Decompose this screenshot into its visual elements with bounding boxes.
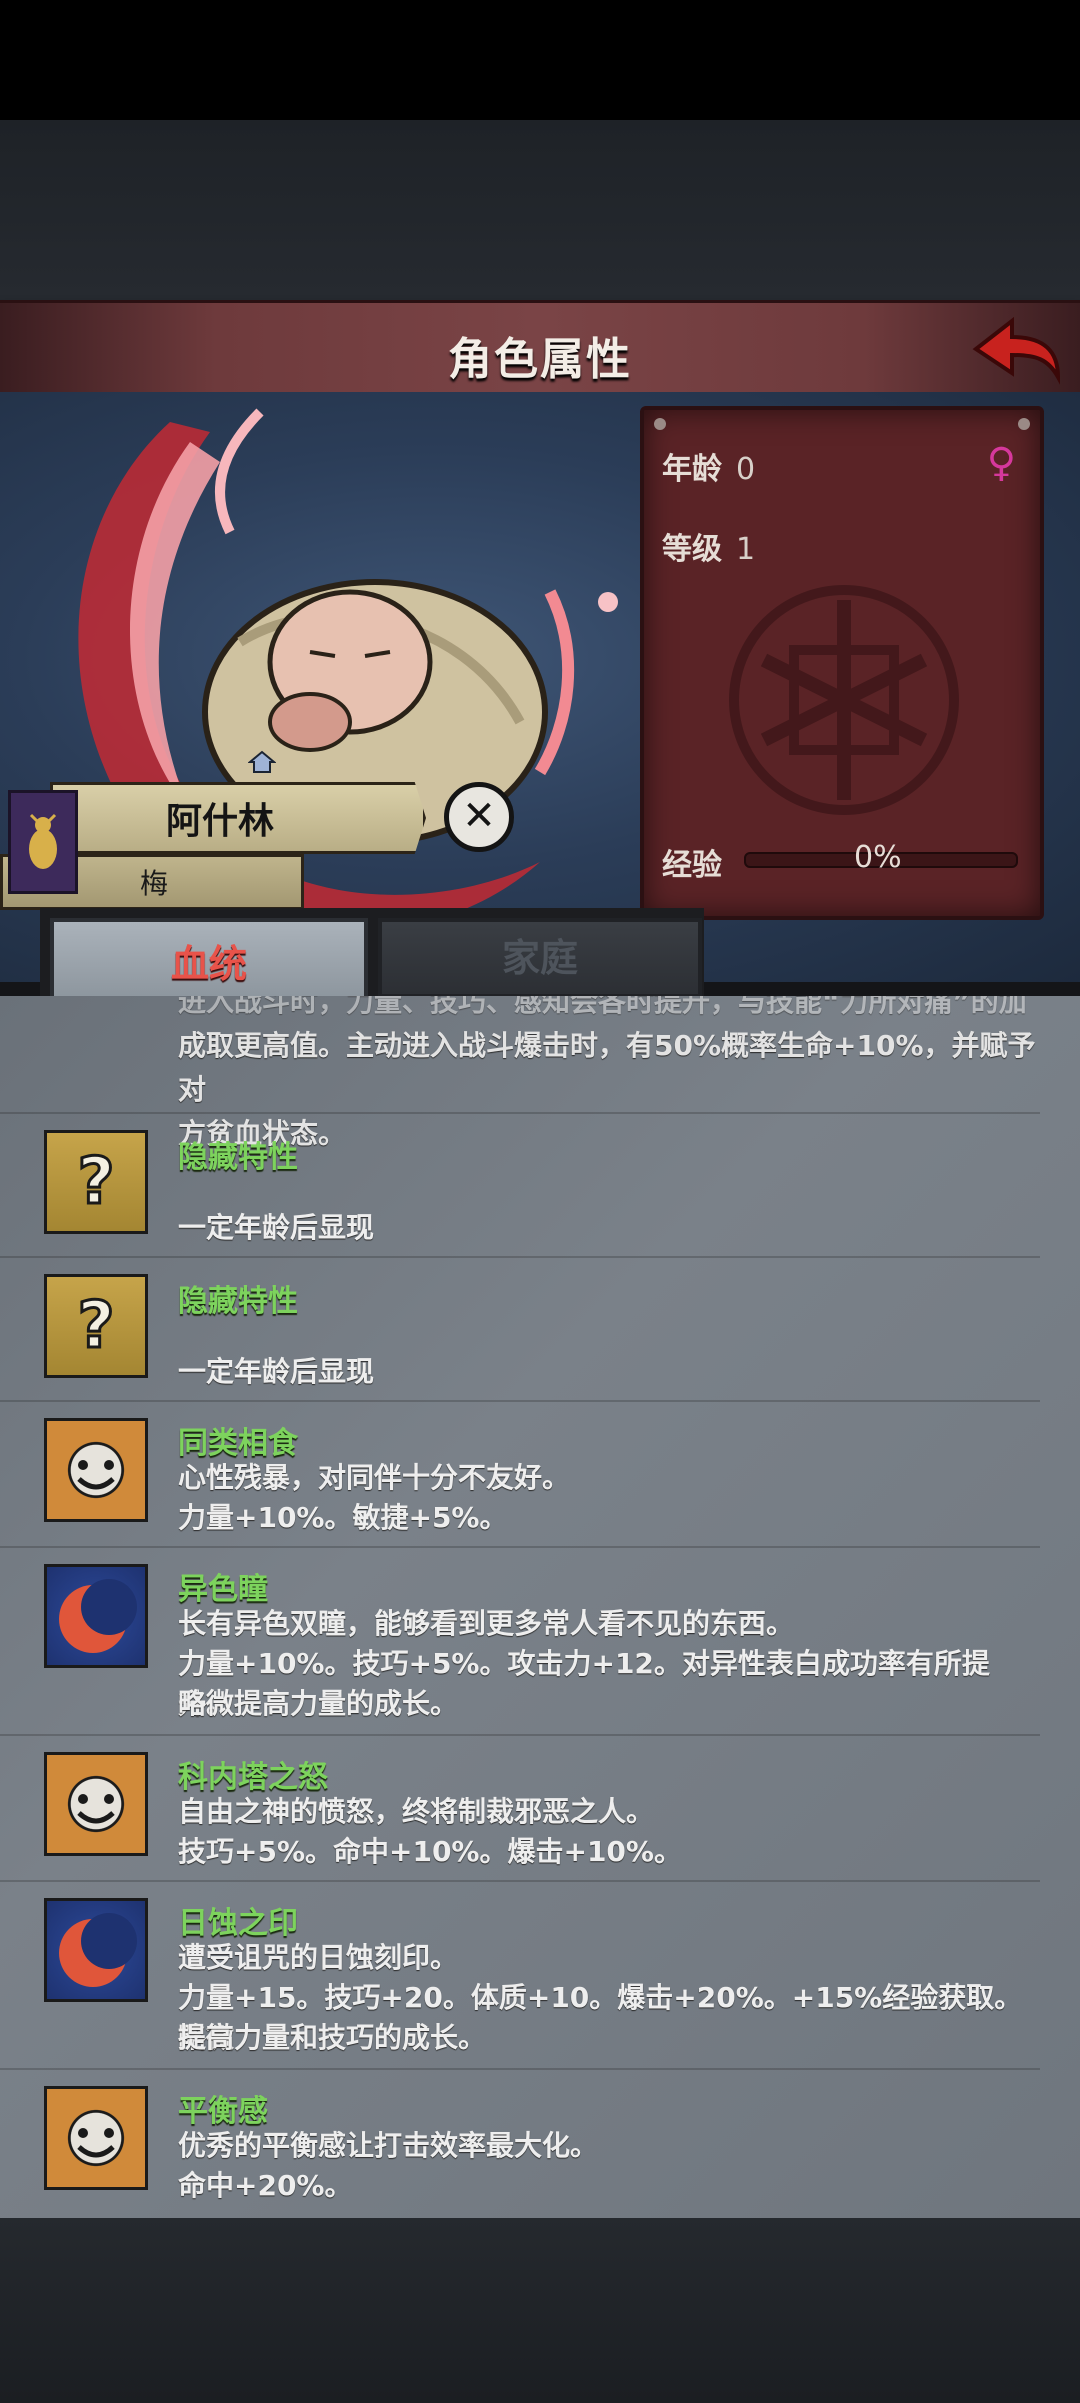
character-name: 阿什林 (165, 801, 274, 842)
divider (0, 1112, 1040, 1114)
character-subname: 梅 (140, 867, 169, 900)
divider (0, 1880, 1040, 1882)
character-portrait-area: 年龄 0 ♀ 等级 1 经验 0% 阿什林 梅 ✕ (0, 392, 1080, 982)
age-label: 年龄 (662, 452, 722, 487)
crescent-icon (44, 1564, 148, 1668)
trait-desc: 长有异色双瞳，能够看到更多常人看不见的东西。 (178, 1607, 795, 1640)
trait-name: 科内塔之怒 (178, 1760, 328, 1795)
smile-face-icon (44, 1752, 148, 1856)
svg-text:?: ? (77, 1289, 114, 1363)
trait-name: 日蚀之印 (178, 1906, 298, 1941)
level-row: 等级 1 (662, 524, 755, 568)
page-title: 角色属性 (448, 334, 632, 385)
trait-desc: 自由之神的愤怒，终将制裁邪恶之人。 (178, 1795, 655, 1828)
status-area (0, 0, 1080, 120)
trait-name: 同类相食 (178, 1426, 298, 1461)
trait-desc: 一定年龄后显现 (178, 1355, 375, 1388)
back-arrow-icon[interactable] (966, 311, 1066, 387)
svg-text:?: ? (77, 1145, 114, 1219)
smile-face-icon (44, 1418, 148, 1522)
xp-label: 经验 (662, 848, 722, 883)
tab-family[interactable]: 家庭 (378, 918, 702, 998)
house-icon (248, 750, 276, 773)
trait-partial-line: 成取更高值。主动进入战斗爆击时，有50%概率生命+10%，并赋予对 (178, 1029, 1036, 1106)
age-row: 年龄 0 (662, 444, 755, 488)
trait-desc: 力量+10%。敏捷+5%。 (178, 1501, 508, 1534)
trait-partial-description: 进入战斗时，力量、技巧、感知会各时提升，与技能“力所对痛”的加 成取更高值。主动… (178, 996, 1058, 1156)
trait-desc: 命中+20%。 (178, 2169, 353, 2202)
trait-desc: 优秀的平衡感让打击效率最大化。 (178, 2129, 599, 2162)
question-mark-icon: ? (44, 1130, 148, 1234)
question-mark-icon: ? (44, 1274, 148, 1378)
celtic-knot-emblem (729, 585, 959, 815)
beetle-crest-icon (8, 790, 78, 894)
divider (0, 1546, 1040, 1548)
top-background (0, 120, 1080, 300)
trait-desc: 技巧+5%。命中+10%。爆击+10%。 (178, 1835, 682, 1868)
divider (0, 2068, 1040, 2070)
trait-name: 平衡感 (178, 2094, 268, 2129)
trait-desc: 心性残暴，对同伴十分不友好。 (178, 1461, 571, 1494)
rivet (654, 418, 666, 430)
trait-name: 异色瞳 (178, 1572, 268, 1607)
rivet (1018, 418, 1030, 430)
trait-name: 隐藏特性 (178, 1140, 298, 1175)
smile-face-icon (44, 2086, 148, 2190)
trait-desc: 提高力量和技巧的成长。 (178, 2021, 487, 2054)
trait-name: 隐藏特性 (178, 1284, 298, 1319)
trait-desc: 略微提高力量的成长。 (178, 1687, 459, 1720)
trait-partial-line: 方贫血状态。 (178, 1117, 347, 1150)
level-label: 等级 (662, 532, 722, 567)
female-gender-icon: ♀ (986, 440, 1016, 486)
crescent-icon (44, 1898, 148, 2002)
divider (0, 1400, 1040, 1402)
stats-panel: 年龄 0 ♀ 等级 1 经验 0% (640, 406, 1044, 920)
trait-desc: 一定年龄后显现 (178, 1211, 375, 1244)
trait-partial-line: 进入战斗时，力量、技巧、感知会各时提升，与技能“力所对痛”的加 (178, 996, 1027, 1018)
divider (0, 1734, 1040, 1736)
traits-list[interactable]: 进入战斗时，力量、技巧、感知会各时提升，与技能“力所对痛”的加 成取更高值。主动… (0, 996, 1080, 2218)
title-bar: 角色属性 (0, 300, 1080, 399)
close-button[interactable]: ✕ (444, 782, 514, 852)
age-value: 0 (736, 452, 756, 487)
level-value: 1 (736, 532, 756, 567)
bottom-background (0, 2218, 1080, 2403)
xp-value: 0% (854, 840, 902, 875)
trait-desc: 遭受诅咒的日蚀刻印。 (178, 1941, 459, 1974)
divider (0, 1256, 1040, 1258)
